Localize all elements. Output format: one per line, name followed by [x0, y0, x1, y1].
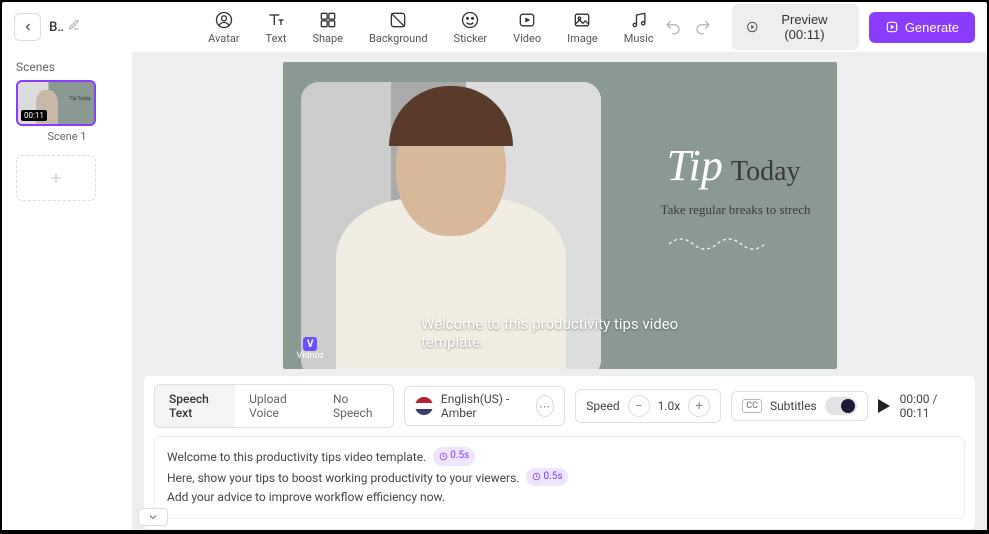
project-title: B... — [49, 20, 64, 35]
play-circle-icon — [746, 20, 759, 34]
preview-button[interactable]: Preview (00:11) — [732, 4, 859, 50]
cc-icon: CC — [742, 399, 762, 413]
subtitle-toggle-group: CC Subtitles — [731, 391, 867, 421]
tool-video[interactable]: Video — [513, 10, 541, 45]
pause-chip[interactable]: 0.5s — [433, 447, 475, 466]
collapse-panel-button[interactable] — [138, 508, 168, 526]
music-icon — [629, 10, 649, 30]
clock-icon — [439, 452, 448, 461]
tab-speech-text[interactable]: Speech Text — [155, 385, 235, 427]
pencil-icon — [68, 19, 80, 31]
chevron-left-icon — [22, 21, 34, 33]
plus-icon — [48, 170, 64, 186]
tool-avatar[interactable]: Avatar — [208, 10, 239, 45]
slide-title[interactable]: Tip Today — [667, 140, 801, 191]
tool-music[interactable]: Music — [624, 10, 654, 45]
generate-icon — [885, 20, 899, 34]
squiggle-decoration — [667, 232, 777, 252]
redo-icon — [694, 18, 712, 36]
add-scene-button[interactable] — [16, 155, 96, 201]
play-button[interactable] — [878, 399, 890, 413]
chevron-down-icon — [147, 511, 159, 523]
subtitle-toggle[interactable] — [825, 397, 857, 415]
video-icon — [517, 10, 537, 30]
script-textarea[interactable]: Welcome to this productivity tips video … — [154, 436, 965, 519]
pause-chip[interactable]: 0.5s — [526, 468, 568, 487]
background-icon — [388, 10, 408, 30]
undo-button[interactable] — [662, 16, 684, 38]
shape-icon — [318, 10, 338, 30]
avatar-icon — [214, 10, 234, 30]
generate-button[interactable]: Generate — [869, 12, 975, 43]
language-more-button[interactable]: ⋯ — [536, 395, 554, 417]
watermark: V Vidnoz — [297, 337, 325, 361]
caption-text[interactable]: Welcome to this productivity tips video … — [421, 315, 698, 351]
canvas[interactable]: Tip Today Take regular breaks to strech … — [283, 62, 837, 369]
undo-icon — [664, 18, 682, 36]
playback-time: 00:00 / 00:11 — [900, 392, 957, 420]
speech-tabs: Speech Text Upload Voice No Speech — [154, 384, 394, 428]
tool-shape[interactable]: Shape — [312, 10, 343, 45]
back-button[interactable] — [14, 13, 41, 41]
tool-background[interactable]: Background — [369, 10, 427, 45]
scenes-title: Scenes — [16, 60, 118, 74]
clock-icon — [532, 472, 541, 481]
tool-text[interactable]: Text — [266, 10, 287, 45]
slide-subtitle[interactable]: Take regular breaks to strech — [661, 202, 811, 218]
tab-no-speech[interactable]: No Speech — [319, 385, 393, 427]
speed-value: 1.0x — [658, 399, 681, 413]
tab-upload-voice[interactable]: Upload Voice — [235, 385, 319, 427]
text-icon — [266, 10, 286, 30]
image-icon — [572, 10, 592, 30]
scene-thumbnail[interactable]: Tip Today 00:11 — [16, 80, 96, 126]
speed-increase-button[interactable]: + — [688, 395, 710, 417]
language-selector[interactable]: English(US) - Amber ⋯ — [404, 386, 565, 426]
tool-sticker[interactable]: Sticker — [454, 10, 488, 45]
edit-title-button[interactable] — [68, 19, 80, 35]
speed-control: Speed − 1.0x + — [575, 389, 721, 423]
speed-decrease-button[interactable]: − — [628, 395, 650, 417]
scene-label: Scene 1 — [16, 130, 118, 143]
flag-us-icon — [415, 397, 433, 415]
sticker-icon — [460, 10, 480, 30]
scene-duration: 00:11 — [21, 110, 47, 121]
tool-image[interactable]: Image — [567, 10, 598, 45]
redo-button[interactable] — [692, 16, 714, 38]
